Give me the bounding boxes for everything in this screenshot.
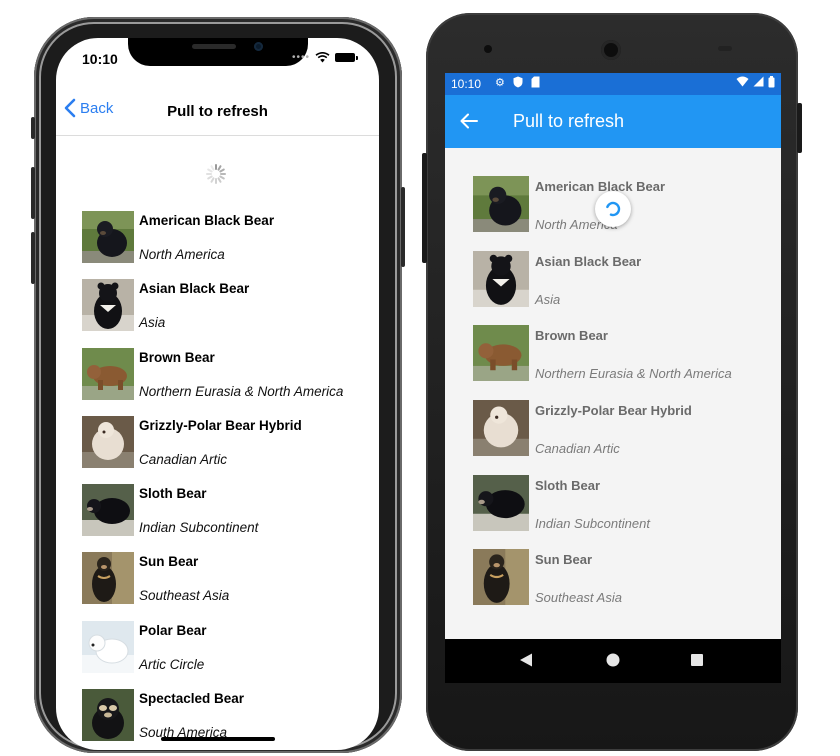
bear-name: Sun Bear (139, 554, 199, 570)
bear-thumbnail (82, 552, 134, 604)
android-earpiece (601, 40, 621, 60)
shield-icon (513, 76, 523, 88)
bear-name: Asian Black Bear (139, 281, 250, 297)
list-item[interactable]: Sun Bear Southeast Asia (82, 551, 372, 619)
ios-front-camera (254, 42, 263, 51)
list-item[interactable]: American Black Bear North America (82, 210, 372, 278)
bear-location: Canadian Artic (535, 441, 620, 457)
bear-name: Grizzly-Polar Bear Hybrid (139, 417, 302, 433)
android-status-icons-left: ⚙ (495, 76, 540, 89)
ios-notch (128, 38, 308, 66)
bear-location: Indian Subcontinent (139, 520, 259, 536)
bear-location: Southeast Asia (139, 588, 230, 604)
bear-thumbnail (473, 325, 529, 381)
bear-thumbnail (82, 279, 134, 331)
bear-location: North America (139, 247, 225, 262)
list-item[interactable]: Sloth Bear Indian Subcontinent (473, 474, 773, 549)
bear-location: Artic Circle (139, 656, 205, 672)
ios-screen: 10:10 •••• Back Pull to refresh American… (56, 38, 379, 750)
bear-thumbnail (82, 621, 134, 673)
bear-name: Sloth Bear (139, 486, 207, 502)
bear-thumbnail (82, 689, 134, 741)
bear-name: Sun Bear (535, 552, 593, 568)
arrow-left-icon[interactable] (459, 111, 479, 131)
home-indicator[interactable] (161, 737, 275, 741)
bear-thumbnail (473, 251, 529, 307)
bear-thumbnail (82, 416, 134, 468)
bear-thumbnail (473, 400, 529, 456)
bear-location: Northern Eurasia & North America (535, 366, 732, 382)
bear-name: American Black Bear (535, 179, 666, 194)
signal-dots-icon: •••• (291, 52, 310, 63)
bear-thumbnail (473, 475, 529, 531)
recents-square-icon[interactable] (689, 652, 705, 668)
page-title: Pull to refresh (167, 103, 268, 120)
android-status-time: 10:10 (451, 77, 482, 91)
battery-icon (335, 53, 358, 62)
bear-name: Sloth Bear (535, 477, 601, 493)
ios-status-icons: •••• (291, 52, 358, 63)
bear-name: Spectacled Bear (139, 691, 245, 707)
iphone-device-frame: 10:10 •••• Back Pull to refresh American… (31, 17, 405, 753)
bear-thumbnail (473, 549, 529, 605)
android-device-frame: 10:10 ⚙ Pull to refresh American Black B… (422, 13, 802, 751)
ios-status-time: 10:10 (82, 51, 118, 67)
bear-location: Asia (139, 315, 166, 331)
android-app-bar: Pull to refresh (445, 95, 781, 148)
iphone-mute-switch (31, 117, 35, 139)
bear-list: American Black Bear North America Asian … (82, 210, 372, 750)
bear-name: American Black Bear (139, 213, 275, 228)
cell-signal-icon (753, 76, 764, 87)
bear-thumbnail (82, 211, 134, 263)
bear-thumbnail (82, 348, 134, 400)
android-volume-button (422, 153, 427, 263)
refresh-spinner-icon (595, 191, 631, 227)
android-front-camera (484, 45, 492, 53)
list-item[interactable]: Sloth Bear Indian Subcontinent (82, 483, 372, 551)
android-status-bar: 10:10 ⚙ (445, 73, 781, 95)
bear-name: Polar Bear (139, 622, 207, 638)
iphone-volume-up-button (31, 167, 35, 219)
back-triangle-icon[interactable] (518, 652, 534, 668)
ios-navigation-bar: Back Pull to refresh (56, 82, 379, 136)
settings-gear-icon: ⚙ (495, 76, 505, 89)
android-status-icons-right (736, 76, 775, 88)
bear-location: Indian Subcontinent (535, 515, 650, 531)
ios-speaker (192, 44, 236, 49)
bear-name: Grizzly-Polar Bear Hybrid (535, 403, 692, 419)
bear-thumbnail (473, 176, 529, 232)
list-item[interactable]: Sun Bear Southeast Asia (473, 548, 773, 623)
bear-name: Brown Bear (139, 349, 215, 365)
wifi-icon (736, 76, 749, 87)
sd-card-icon (531, 76, 540, 88)
bear-thumbnail (82, 484, 134, 536)
wifi-icon (315, 52, 330, 63)
list-item[interactable]: Asian Black Bear Asia (82, 278, 372, 346)
list-item[interactable]: Brown Bear Northern Eurasia & North Amer… (473, 324, 773, 399)
iphone-volume-down-button (31, 232, 35, 284)
list-item[interactable]: Polar Bear Artic Circle (82, 620, 372, 688)
iphone-power-button (401, 187, 405, 267)
android-sensor (718, 46, 732, 51)
list-item[interactable]: Grizzly-Polar Bear Hybrid Canadian Artic (473, 399, 773, 474)
list-item[interactable]: Asian Black Bear Asia (473, 250, 773, 325)
page-title: Pull to refresh (513, 111, 625, 131)
bear-list: American Black Bear North America Asian … (473, 175, 773, 623)
ios-status-bar: 10:10 •••• (56, 38, 379, 82)
bear-location: Southeast Asia (535, 590, 622, 606)
bear-name: Asian Black Bear (535, 253, 642, 269)
bear-name: Brown Bear (535, 328, 608, 344)
bear-location: Northern Eurasia & North America (139, 383, 344, 399)
bear-location: Asia (535, 291, 561, 307)
list-item[interactable]: Grizzly-Polar Bear Hybrid Canadian Artic (82, 415, 372, 483)
android-navigation-bar (445, 639, 781, 683)
battery-icon (768, 76, 775, 88)
bear-location: Canadian Artic (139, 451, 228, 467)
android-screen: 10:10 ⚙ Pull to refresh American Black B… (445, 73, 781, 683)
activity-spinner-icon (206, 164, 226, 184)
android-power-button (797, 103, 802, 153)
list-item[interactable]: Brown Bear Northern Eurasia & North Amer… (82, 347, 372, 415)
home-circle-icon[interactable] (605, 652, 621, 668)
